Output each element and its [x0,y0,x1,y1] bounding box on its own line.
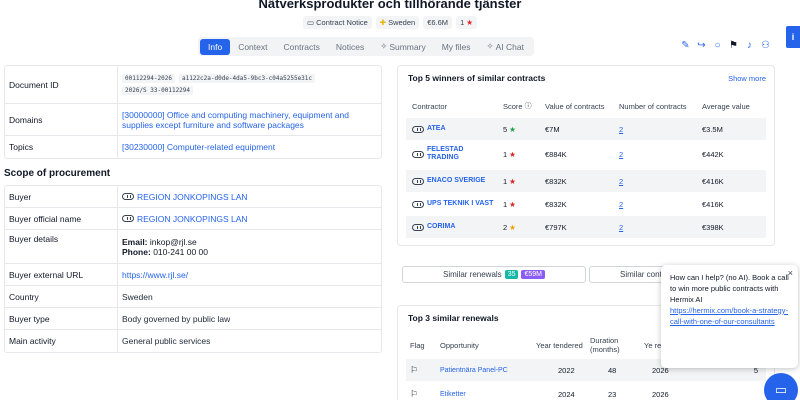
table-row: ATEA 5 ★ €7M 2 €3.5M [406,118,766,140]
contractor-icon [412,150,424,158]
show-more-link[interactable]: Show more [728,74,766,83]
tab-notices[interactable]: Notices [328,39,372,55]
similar-contracts-button[interactable]: Similar contr [589,266,669,283]
chat-link[interactable]: https://hermix.com/book-a-strategy-call-… [670,306,788,326]
table-row: ⚐ Etiketter 2024 23 2026 [410,388,669,400]
flag-icon[interactable]: ⚐ [410,365,418,376]
add-user-icon[interactable]: ⚇ [760,40,771,51]
sparkle-icon: ✧ [486,41,494,51]
document-info-table: Document ID 00112294-2026 a1122c2a-d0de-… [4,65,382,159]
country-tag: ✚ Sweden [375,16,420,29]
country-row: Country Sweden [5,286,381,308]
share-icon[interactable]: ↪ [696,40,707,51]
tab-contracts[interactable]: Contracts [275,39,327,55]
toolbar-icons: ✎ ↪ ○ ⚑ ♪ ⚇ [680,40,771,51]
flag-icon[interactable]: ⚑ [728,40,739,51]
contractor-icon [412,177,424,185]
buyer-url-link[interactable]: https://www.rjl.se/ [122,270,188,280]
winners-header: Contractor Score ⓘ Value of contracts Num… [412,101,750,111]
notice-tags: ▭ Contract Notice ✚ Sweden €6.6M 1 ★ [0,16,780,29]
chat-popup: × How can I help? (no AI). Book a call t… [661,265,798,368]
winners-card: Top 5 winners of similar contracts Show … [397,65,775,246]
info-icon: ⓘ [524,103,532,110]
domains-label: Domains [5,104,118,135]
procurement-table: Buyer REGION JONKOPINGS LAN Buyer offici… [4,185,382,353]
edit-icon[interactable]: ✎ [680,40,691,51]
contractor-icon [412,223,424,231]
buyer-official-row: Buyer official name REGION JONKOPINGS LA… [5,208,381,230]
buyer-link[interactable]: REGION JONKOPINGS LAN [137,192,248,202]
document-id-chip: 00112294-2026 [122,74,175,83]
side-info-tab[interactable]: i [786,26,800,48]
table-row: CORIMA 2 ★ €797K 2 €398K [406,216,766,238]
chat-message: How can I help? (no AI). Book a call to … [670,273,789,304]
similar-renewals-button[interactable]: Similar renewals 35 €59M [402,266,586,283]
table-row: ENACO SVERIGE 1 ★ €832K 2 €416K [406,170,766,192]
star-icon: ★ [509,199,516,209]
folder-icon: ▭ [307,18,315,27]
buyer-details-row: Buyer details Email: inkop@rjl.se Phone:… [5,230,381,264]
star-icon: ★ [509,176,516,186]
buyer-email[interactable]: inkop@rjl.se [150,237,197,247]
buyer-icon [122,193,134,200]
buyer-type-row: Buyer type Body governed by public law [5,308,381,330]
value-tag: €6.6M [423,16,453,29]
notice-type-tag: ▭ Contract Notice [303,16,372,29]
chat-bubble-icon: ▭ [774,382,788,397]
topics-row: Topics [30230000] Computer-related equip… [5,136,381,158]
tab-my-files[interactable]: My files [434,39,479,55]
document-id-label: Document ID [5,66,118,103]
tab-info[interactable]: Info [200,38,231,55]
document-id-values: 00112294-2026 a1122c2a-d0de-4da5-9bc3-c0… [122,71,377,98]
topics-link[interactable]: [30230000] Computer-related equipment [122,142,275,152]
contractor-icon [412,200,424,208]
score-tag: 1 ★ [456,16,477,29]
domains-link[interactable]: [30000000] Office and computing machiner… [122,110,377,130]
tab-context[interactable]: Context [230,39,275,55]
section-title: Scope of procurement [4,168,111,179]
renewals-count-badge: 35 [504,270,519,279]
flag-sweden-icon: ✚ [379,18,387,27]
star-icon: ★ [509,222,516,232]
table-row: FELESTAD TRADING 1 ★ €884K 2 €442K [406,141,766,167]
bell-icon[interactable]: ♪ [744,40,755,51]
document-id-chip: a1122c2a-d0de-4da5-9bc3-c04a5255e31c [178,74,316,83]
tab-summary[interactable]: ✧ Summary [372,38,434,55]
star-icon: ★ [466,18,473,27]
buyer-phone: 010-241 00 00 [153,246,209,257]
contractor-icon [412,125,424,133]
main-activity-row: Main activity General public services [5,330,381,352]
domains-row: Domains [30000000] Office and computing … [5,104,381,136]
tab-bar: Info Context Contracts Notices ✧ Summary … [198,37,534,56]
renewals-value-badge: €59M [521,270,545,279]
document-id-row: Document ID 00112294-2026 a1122c2a-d0de-… [5,66,381,104]
tab-ai-chat[interactable]: ✧ AI Chat [479,38,532,55]
buyer-icon [122,215,134,222]
renewals-title: Top 3 similar renewals [408,313,499,323]
buyer-row: Buyer REGION JONKOPINGS LAN [5,186,381,208]
flag-icon[interactable]: ⚐ [410,389,418,400]
buyer-official-link[interactable]: REGION JONKOPINGS LAN [137,214,248,224]
chat-button[interactable]: ▭ [764,373,798,400]
comment-icon[interactable]: ○ [712,40,723,51]
page-title: Nätverksprodukter och tillhörande tjänst… [258,0,522,11]
star-icon: ★ [509,149,516,159]
document-id-chip: 2026/S 33-00112294 [122,86,194,95]
star-icon: ★ [509,124,516,134]
close-icon[interactable]: × [788,268,793,279]
sparkle-icon: ✧ [380,41,388,51]
topics-label: Topics [5,136,118,158]
buyer-url-row: Buyer external URL https://www.rjl.se/ [5,264,381,286]
table-row: UPS TEKNIK I VAST 1 ★ €832K 2 €416K [406,193,766,215]
winners-title: Top 5 winners of similar contracts [408,73,546,83]
